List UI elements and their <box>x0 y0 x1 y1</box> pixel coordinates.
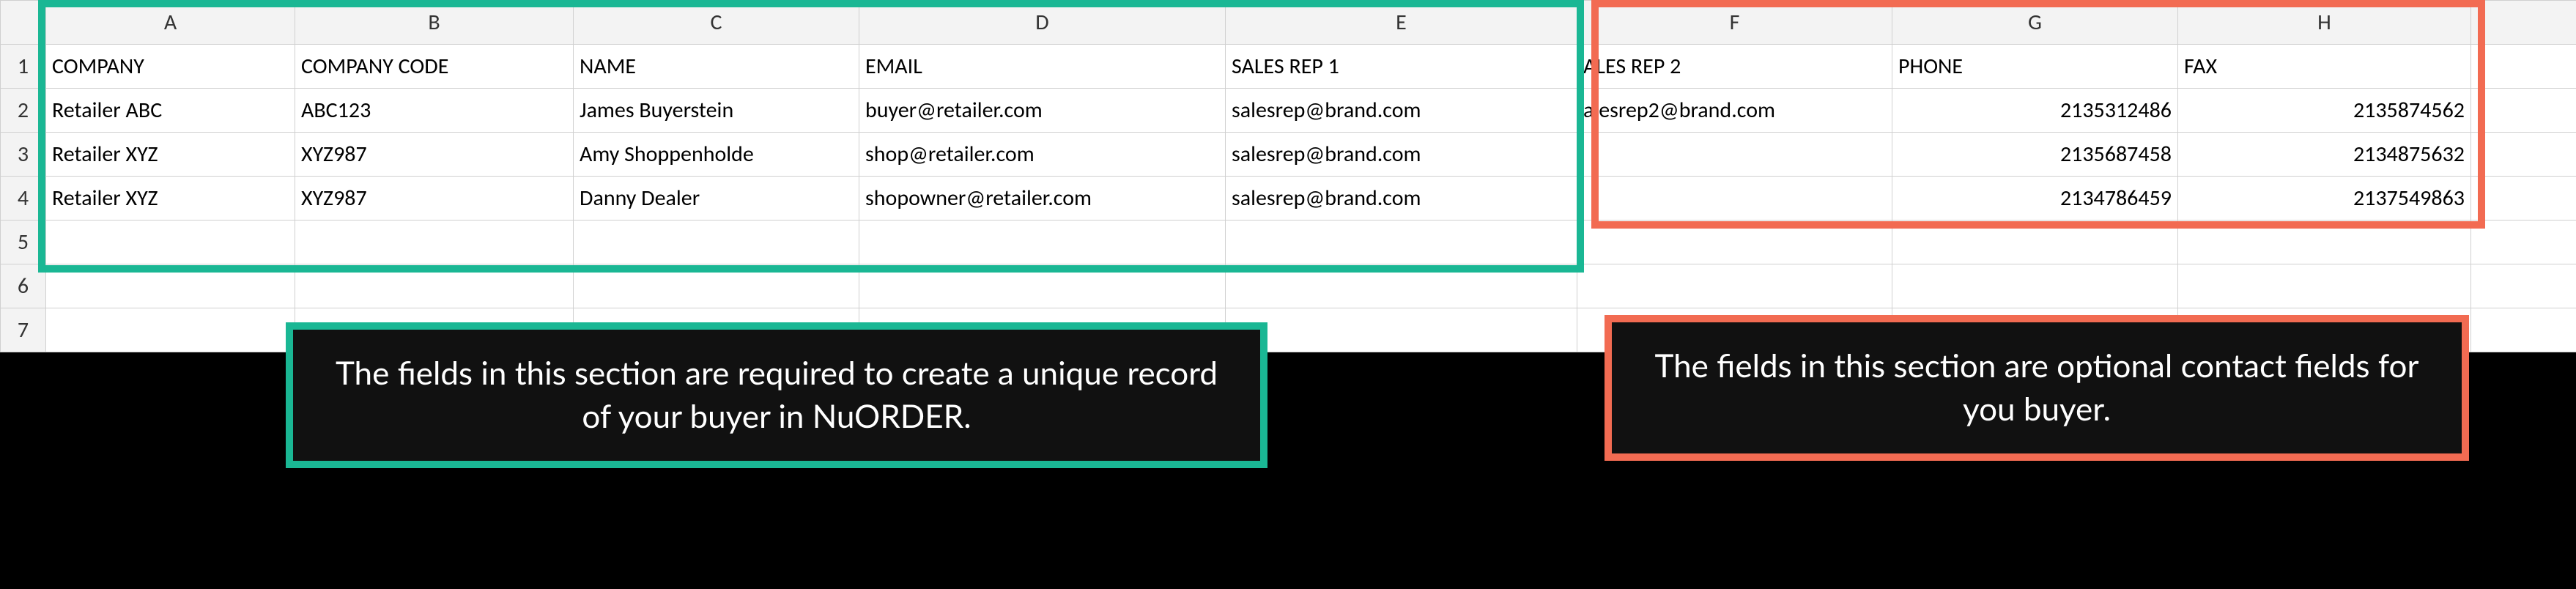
cell[interactable] <box>574 264 859 308</box>
cell[interactable] <box>1577 133 1892 177</box>
cell[interactable]: Amy Shoppenholde <box>574 133 859 177</box>
cell[interactable] <box>859 221 1226 264</box>
row-header[interactable]: 2 <box>1 89 46 133</box>
col-header-A[interactable]: A <box>46 1 295 45</box>
col-header-I[interactable] <box>2471 1 2576 45</box>
cell[interactable]: Retailer XYZ <box>46 133 295 177</box>
table-row: 3 Retailer XYZ XYZ987 Amy Shoppenholde s… <box>1 133 2576 177</box>
col-header-F[interactable]: F <box>1577 1 1892 45</box>
col-header-E[interactable]: E <box>1226 1 1577 45</box>
col-header-B[interactable]: B <box>295 1 574 45</box>
cell[interactable] <box>2471 177 2576 221</box>
cell[interactable]: shopowner@retailer.com <box>859 177 1226 221</box>
cell[interactable] <box>2471 221 2576 264</box>
col-header-C[interactable]: C <box>574 1 859 45</box>
cell[interactable]: COMPANY CODE <box>295 45 574 89</box>
cell[interactable]: Retailer XYZ <box>46 177 295 221</box>
cell[interactable] <box>1577 221 1892 264</box>
table-row: 6 <box>1 264 2576 308</box>
cell[interactable]: buyer@retailer.com <box>859 89 1226 133</box>
cell[interactable]: XYZ987 <box>295 133 574 177</box>
table-row: 5 <box>1 221 2576 264</box>
cell[interactable]: shop@retailer.com <box>859 133 1226 177</box>
spreadsheet: A B C D E F G H 1 COMPANY COMPANY CODE N… <box>0 0 2576 352</box>
row-header[interactable]: 4 <box>1 177 46 221</box>
row-header[interactable]: 7 <box>1 308 46 352</box>
cell[interactable]: Danny Dealer <box>574 177 859 221</box>
cell[interactable] <box>2471 45 2576 89</box>
cell[interactable]: FAX <box>2178 45 2471 89</box>
table-row: 4 Retailer XYZ XYZ987 Danny Dealer shopo… <box>1 177 2576 221</box>
cell[interactable] <box>2178 221 2471 264</box>
cell[interactable]: EMAIL <box>859 45 1226 89</box>
cell[interactable]: PHONE <box>1892 45 2178 89</box>
cell[interactable] <box>46 221 295 264</box>
corner-cell[interactable] <box>1 1 46 45</box>
cell[interactable]: NAME <box>574 45 859 89</box>
table-row: 2 Retailer ABC ABC123 James Buyerstein b… <box>1 89 2576 133</box>
cell[interactable]: COMPANY <box>46 45 295 89</box>
cell[interactable] <box>2178 264 2471 308</box>
cell[interactable]: 2137549863 <box>2178 177 2471 221</box>
cell[interactable] <box>46 264 295 308</box>
cell[interactable] <box>1226 221 1577 264</box>
row-header[interactable]: 6 <box>1 264 46 308</box>
cell[interactable]: XYZ987 <box>295 177 574 221</box>
col-header-D[interactable]: D <box>859 1 1226 45</box>
cell[interactable] <box>2471 133 2576 177</box>
column-header-row: A B C D E F G H <box>1 1 2576 45</box>
cell[interactable] <box>2471 308 2576 352</box>
row-header[interactable]: 5 <box>1 221 46 264</box>
col-header-G[interactable]: G <box>1892 1 2178 45</box>
cell[interactable] <box>574 221 859 264</box>
table-row: 1 COMPANY COMPANY CODE NAME EMAIL SALES … <box>1 45 2576 89</box>
cell[interactable] <box>1577 177 1892 221</box>
cell[interactable] <box>1892 264 2178 308</box>
cell[interactable] <box>1892 221 2178 264</box>
cell[interactable]: James Buyerstein <box>574 89 859 133</box>
required-fields-callout: The fields in this section are required … <box>286 322 1267 468</box>
col-header-H[interactable]: H <box>2178 1 2471 45</box>
cell[interactable] <box>295 221 574 264</box>
cell[interactable]: 2135874562 <box>2178 89 2471 133</box>
cell[interactable]: 2134875632 <box>2178 133 2471 177</box>
cell[interactable]: 2135312486 <box>1892 89 2178 133</box>
optional-fields-callout: The fields in this section are optional … <box>1605 315 2469 461</box>
row-header[interactable]: 3 <box>1 133 46 177</box>
sheet-table: A B C D E F G H 1 COMPANY COMPANY CODE N… <box>0 0 2576 352</box>
cell[interactable]: salesrep@brand.com <box>1226 89 1577 133</box>
cell[interactable] <box>1577 264 1892 308</box>
cell[interactable] <box>859 264 1226 308</box>
cell[interactable]: 2135687458 <box>1892 133 2178 177</box>
cell[interactable]: salesrep@brand.com <box>1226 177 1577 221</box>
row-header[interactable]: 1 <box>1 45 46 89</box>
cell[interactable]: alesrep2@brand.com <box>1577 89 1892 133</box>
cell[interactable] <box>1226 264 1577 308</box>
cell[interactable]: ALES REP 2 <box>1577 45 1892 89</box>
cell[interactable]: SALES REP 1 <box>1226 45 1577 89</box>
cell[interactable]: 2134786459 <box>1892 177 2178 221</box>
cell[interactable]: salesrep@brand.com <box>1226 133 1577 177</box>
cell[interactable] <box>2471 264 2576 308</box>
cell[interactable] <box>46 308 295 352</box>
cell[interactable] <box>295 264 574 308</box>
cell[interactable]: Retailer ABC <box>46 89 295 133</box>
cell[interactable] <box>1226 308 1577 352</box>
cell[interactable]: ABC123 <box>295 89 574 133</box>
cell[interactable] <box>2471 89 2576 133</box>
